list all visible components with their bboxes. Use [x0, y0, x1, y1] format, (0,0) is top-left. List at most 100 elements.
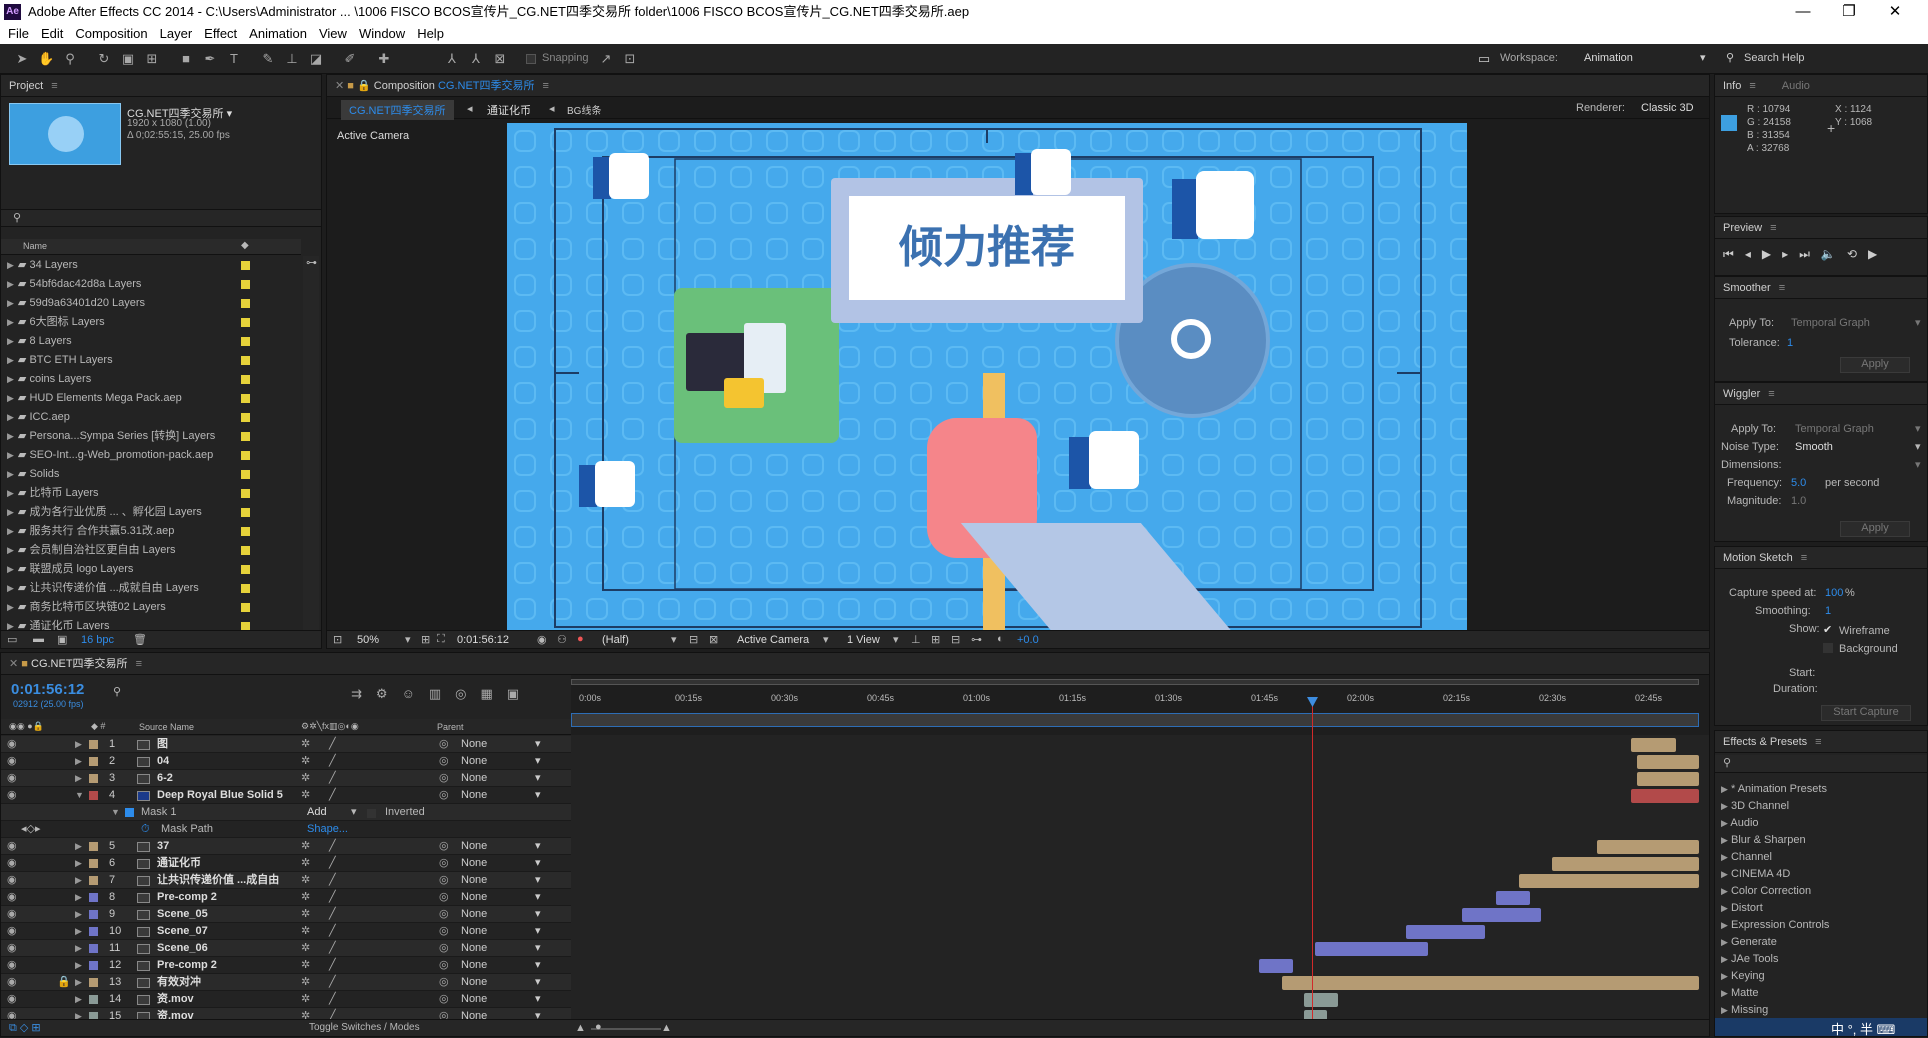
layer-name[interactable]: Scene_06: [157, 940, 208, 957]
new-comp-icon[interactable]: ▣: [57, 633, 67, 646]
pickwhip-icon[interactable]: ◎: [439, 787, 449, 804]
pickwhip-icon[interactable]: ◎: [439, 991, 449, 1008]
expand-triangle-icon[interactable]: ▶: [7, 545, 14, 555]
axis-local-icon[interactable]: ⅄: [444, 51, 460, 67]
layer-duration-bar[interactable]: [1462, 908, 1542, 922]
zoom-slider-handle[interactable]: ●: [595, 1021, 602, 1033]
layer-label-color[interactable]: [89, 876, 98, 885]
roto-brush-tool-icon[interactable]: ✐: [342, 51, 358, 67]
eye-icon[interactable]: ◉: [7, 906, 17, 923]
shy-icon[interactable]: ☺: [402, 686, 429, 701]
expand-triangle-icon[interactable]: ▶: [75, 838, 82, 855]
quality-switch-icon[interactable]: ╱: [329, 940, 336, 957]
project-search-input[interactable]: ⚲: [1, 209, 321, 227]
brainstorm-icon[interactable]: ▣: [507, 686, 533, 701]
last-frame-icon[interactable]: ⏭: [1799, 247, 1821, 261]
rotate-tool-icon[interactable]: ↻: [96, 51, 112, 67]
quality-switch-icon[interactable]: ╱: [329, 1008, 336, 1019]
parent-select[interactable]: None: [461, 736, 487, 753]
eye-icon[interactable]: ◉: [7, 889, 17, 906]
apply-to-select[interactable]: Temporal Graph: [1795, 423, 1874, 435]
layer-label-color[interactable]: [89, 774, 98, 783]
wiggler-apply-button[interactable]: Apply: [1840, 521, 1910, 537]
always-preview-icon[interactable]: ⊡: [333, 633, 342, 646]
quality-switch-icon[interactable]: ╱: [329, 753, 336, 770]
dropdown-icon[interactable]: ▾: [1915, 316, 1921, 329]
inverted-checkbox[interactable]: [367, 809, 376, 818]
layer-name[interactable]: Pre-comp 2: [157, 889, 217, 906]
expand-triangle-icon[interactable]: ▶: [7, 431, 14, 441]
channel-icon[interactable]: ●: [577, 633, 584, 645]
region-icon[interactable]: ⛶: [437, 633, 445, 646]
project-item[interactable]: ▶ ▰ 34 Layers: [1, 256, 301, 275]
work-area-bar[interactable]: [571, 679, 1699, 685]
pickwhip-icon[interactable]: ◎: [439, 736, 449, 753]
effect-category[interactable]: ▶ Color Correction: [1715, 883, 1927, 900]
parent-select[interactable]: None: [461, 872, 487, 889]
stopwatch-icon[interactable]: ⏱: [141, 821, 150, 838]
layer-duration-bar[interactable]: [1636, 755, 1699, 769]
label-color[interactable]: [241, 318, 250, 327]
project-item[interactable]: ▶ ▰ SEO-Int...g-Web_promotion-pack.aep: [1, 446, 301, 465]
layer-duration-bar[interactable]: [1304, 993, 1339, 1007]
expand-triangle-icon[interactable]: ▶: [75, 906, 82, 923]
layer-name[interactable]: Deep Royal Blue Solid 5: [157, 787, 283, 804]
zoom-out-icon[interactable]: ▲: [575, 1022, 586, 1034]
expand-triangle-icon[interactable]: ▶: [7, 279, 14, 289]
wireframe-checkbox[interactable]: ✔: [1823, 623, 1832, 636]
expand-triangle-icon[interactable]: ▶: [7, 298, 14, 308]
dropdown-icon[interactable]: ▾: [405, 633, 411, 646]
layer-label-color[interactable]: [89, 995, 98, 1004]
toggle-pixel-icon[interactable]: ⊥: [911, 633, 921, 646]
frequency-value[interactable]: 5.0: [1791, 477, 1806, 489]
parent-select[interactable]: None: [461, 753, 487, 770]
dropdown-icon[interactable]: ▾: [535, 889, 541, 906]
project-item[interactable]: ▶ ▰ 商务比特币区块链02 Layers: [1, 598, 301, 617]
label-color[interactable]: [241, 470, 250, 479]
label-color[interactable]: [241, 337, 250, 346]
pickwhip-icon[interactable]: ◎: [439, 974, 449, 991]
audio-tab[interactable]: Audio: [1782, 80, 1810, 92]
shy-switch-icon[interactable]: ✲: [301, 736, 310, 753]
expand-triangle-icon[interactable]: ▶: [7, 621, 14, 630]
fast-preview-icon[interactable]: ⊞: [931, 633, 940, 646]
workspace-dropdown-icon[interactable]: ▾: [1700, 51, 1706, 64]
layer-label-color[interactable]: [89, 1012, 98, 1019]
menu-item-window[interactable]: Window: [359, 26, 405, 41]
effect-category[interactable]: ▶ Expression Controls: [1715, 917, 1927, 934]
expand-triangle-icon[interactable]: ▶: [7, 355, 14, 365]
expand-triangle-icon[interactable]: ▶: [75, 770, 82, 787]
expand-triangle-icon[interactable]: ▶: [7, 412, 14, 422]
layer-duration-bar[interactable]: [1597, 840, 1699, 854]
label-color[interactable]: [241, 489, 250, 498]
dropdown-icon[interactable]: ▾: [535, 770, 541, 787]
time-navigator[interactable]: [571, 713, 1699, 727]
exposure-value[interactable]: +0.0: [1017, 634, 1039, 646]
expand-triangle-icon[interactable]: ▶: [7, 393, 14, 403]
layer-label-color[interactable]: [89, 978, 98, 987]
timeline-layer-row[interactable]: ◉ ▶ 2 04 ✲ ╱ ◎ None ▾: [1, 753, 571, 770]
show-snapshot-icon[interactable]: ⚇: [557, 633, 567, 646]
layer-label-color[interactable]: [89, 910, 98, 919]
quality-switch-icon[interactable]: ╱: [329, 923, 336, 940]
project-item[interactable]: ▶ ▰ 通证化币 Layers: [1, 617, 301, 630]
dropdown-icon[interactable]: ▾: [535, 974, 541, 991]
shy-switch-icon[interactable]: ✲: [301, 974, 310, 991]
expand-triangle-icon[interactable]: ▶: [75, 923, 82, 940]
menu-item-help[interactable]: Help: [417, 26, 444, 41]
quality-switch-icon[interactable]: ╱: [329, 855, 336, 872]
layer-duration-bar[interactable]: [1518, 874, 1699, 888]
eye-icon[interactable]: ◉: [7, 1008, 17, 1019]
project-item[interactable]: ▶ ▰ 6大图标 Layers: [1, 313, 301, 332]
label-color[interactable]: [241, 584, 250, 593]
label-color[interactable]: [241, 375, 250, 384]
bit-depth-label[interactable]: 16 bpc: [81, 634, 114, 646]
axis-world-icon[interactable]: ⅄: [468, 51, 484, 67]
magnitude-value[interactable]: 1.0: [1791, 495, 1806, 507]
project-item[interactable]: ▶ ▰ ICC.aep: [1, 408, 301, 427]
graph-editor-icon[interactable]: ▦: [480, 686, 506, 701]
breadcrumb-item-3[interactable]: BG线条: [567, 102, 601, 117]
pickwhip-icon[interactable]: ◎: [439, 770, 449, 787]
shy-switch-icon[interactable]: ✲: [301, 940, 310, 957]
dropdown-icon[interactable]: ▾: [535, 855, 541, 872]
